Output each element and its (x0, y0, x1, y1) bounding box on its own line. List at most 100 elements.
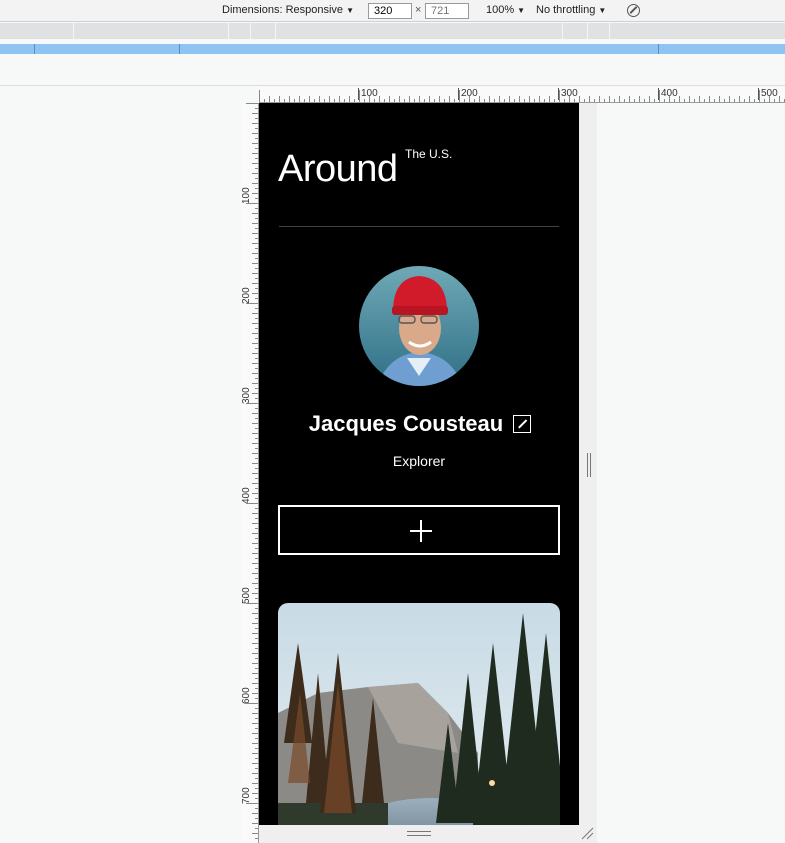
height-input[interactable] (425, 3, 469, 19)
ruler-tick (519, 96, 520, 102)
ruler-tick (255, 488, 258, 489)
ruler-tick (454, 99, 455, 102)
ruler-tick (252, 113, 258, 114)
ruler-tick (252, 713, 258, 714)
ruler-tick (554, 99, 555, 102)
ruler-tick (734, 99, 735, 102)
resize-handle-bottom[interactable] (407, 831, 431, 836)
ruler-tick (289, 96, 290, 102)
ruler-tick (334, 99, 335, 102)
ruler-left: 100 200 300 400 500 600 700 (241, 103, 259, 843)
ruler-tick (569, 96, 570, 102)
ruler-tick (394, 99, 395, 102)
ruler-tick (252, 583, 258, 584)
ruler-label: 200 (241, 287, 252, 304)
ruler-tick (252, 173, 258, 174)
ruler-tick (252, 613, 258, 614)
ruler-tick (624, 99, 625, 102)
ruler-tick (255, 498, 258, 499)
ruler-tick (255, 808, 258, 809)
ruler-tick (719, 96, 720, 102)
ruler-tick (255, 188, 258, 189)
ruler-tick (252, 573, 258, 574)
ruler-tick (252, 763, 258, 764)
ruler-tick (255, 578, 258, 579)
dimensions-dropdown[interactable]: Dimensions: Responsive ▼ (222, 4, 354, 16)
zoom-dropdown[interactable]: 100% ▼ (486, 4, 525, 16)
ruler-tick (255, 448, 258, 449)
ruler-tick (255, 678, 258, 679)
media-query-bar-gray[interactable] (0, 23, 785, 39)
ruler-tick (252, 673, 258, 674)
ruler-tick (252, 643, 258, 644)
ruler-tick (252, 433, 258, 434)
ruler-tick (329, 96, 330, 102)
ruler-tick (319, 96, 320, 102)
add-card-button[interactable] (278, 505, 560, 555)
ruler-tick (389, 96, 390, 102)
resize-corner-icon[interactable] (580, 826, 594, 840)
ruler-tick (252, 783, 258, 784)
ruler-tick (255, 758, 258, 759)
ruler-tick (474, 99, 475, 102)
ruler-tick (409, 96, 410, 102)
ruler-tick (504, 99, 505, 102)
ruler-tick (255, 208, 258, 209)
ruler-tick (252, 743, 258, 744)
throttling-dropdown[interactable]: No throttling ▼ (536, 4, 606, 16)
ruler-tick (604, 99, 605, 102)
ruler-tick (255, 478, 258, 479)
ruler-tick (424, 99, 425, 102)
ruler-tick (255, 358, 258, 359)
ruler-tick (494, 99, 495, 102)
ruler-tick (279, 96, 280, 102)
ruler-tick (255, 818, 258, 819)
logo[interactable]: Around (278, 147, 398, 191)
ruler-tick (359, 90, 360, 102)
ruler-tick (252, 753, 258, 754)
ruler-tick (544, 99, 545, 102)
ruler-tick (524, 99, 525, 102)
ruler-tick (255, 118, 258, 119)
ruler-tick (764, 99, 765, 102)
ruler-tick (252, 693, 258, 694)
ruler-tick (489, 96, 490, 102)
ruler-tick (499, 96, 500, 102)
ruler-tick (255, 598, 258, 599)
profile-name: Jacques Cousteau (259, 411, 579, 437)
logo-superscript: The U.S. (405, 147, 453, 161)
ruler-tick (255, 338, 258, 339)
ruler-tick (255, 728, 258, 729)
ruler-tick (594, 99, 595, 102)
ruler-tick (252, 293, 258, 294)
ruler-tick (255, 688, 258, 689)
avatar[interactable] (359, 266, 479, 386)
ruler-tick (469, 96, 470, 102)
ruler-tick (255, 378, 258, 379)
ruler-tick (599, 96, 600, 102)
resize-handle-right[interactable] (587, 453, 591, 477)
ruler-tick (255, 468, 258, 469)
ruler-tick (634, 99, 635, 102)
rotate-icon[interactable] (627, 4, 640, 17)
ruler-tick (255, 278, 258, 279)
ruler-tick (255, 738, 258, 739)
ruler-tick (679, 96, 680, 102)
ruler-tick (549, 96, 550, 102)
ruler-tick (255, 218, 258, 219)
ruler-tick (252, 593, 258, 594)
width-input[interactable] (368, 3, 412, 19)
card-image[interactable] (278, 603, 560, 825)
page-viewport: Around The U.S. Jacques Cousteau Explore… (259, 103, 579, 825)
ruler-tick (714, 99, 715, 102)
ruler-tick (484, 99, 485, 102)
ruler-tick (644, 99, 645, 102)
divider (0, 85, 785, 86)
ruler-tick (252, 793, 258, 794)
edit-icon[interactable] (513, 415, 531, 433)
ruler-tick (255, 838, 258, 839)
ruler-tick (664, 99, 665, 102)
media-query-bar-blue[interactable] (0, 44, 785, 54)
ruler-tick (255, 438, 258, 439)
ruler-tick (429, 96, 430, 102)
